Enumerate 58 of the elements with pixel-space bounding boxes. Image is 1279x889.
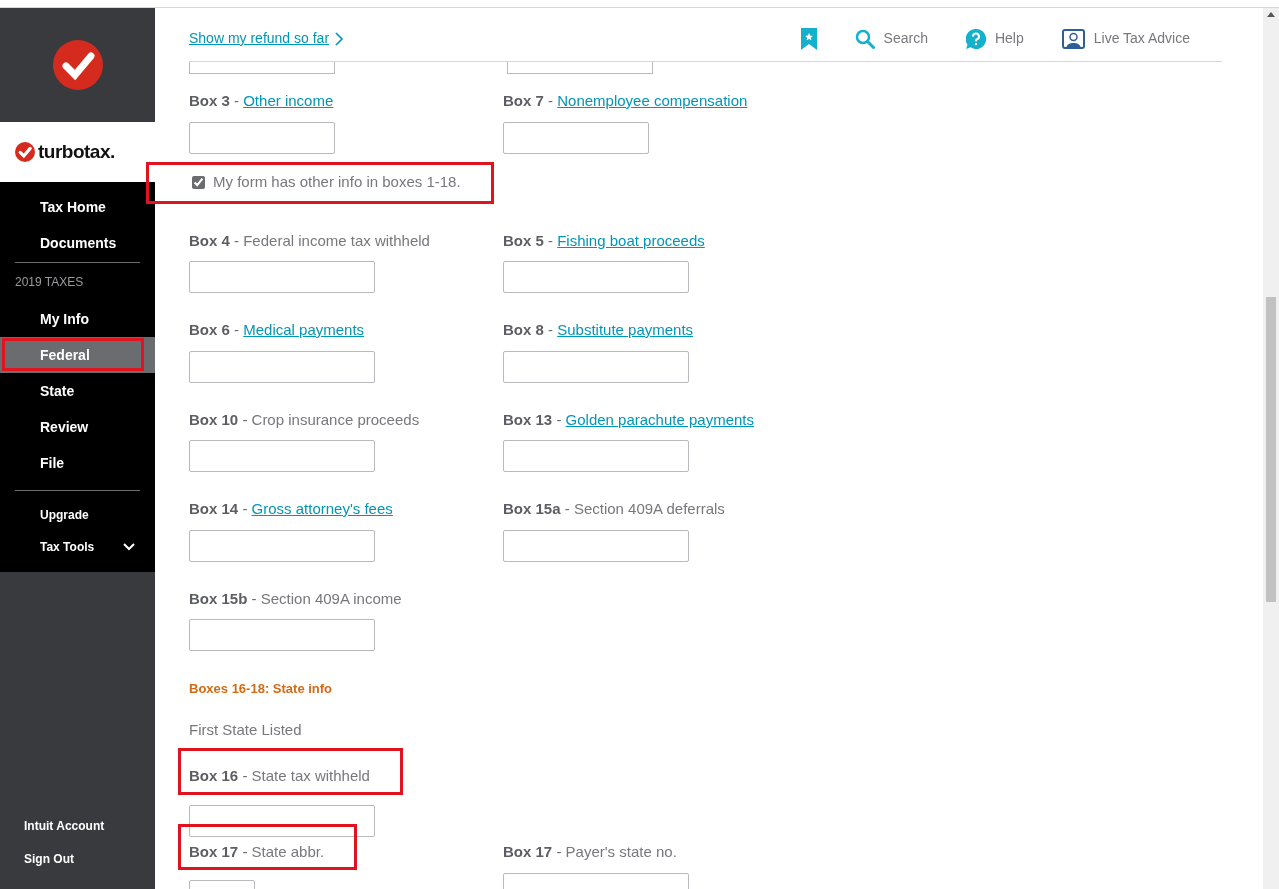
field-label: Box 15a - Section 409A deferrals [503, 499, 725, 519]
toolbar-button[interactable]: Search [854, 28, 928, 49]
account-link[interactable]: Intuit Account [24, 816, 105, 835]
field-label: Box 13 - Golden parachute payments [503, 409, 754, 430]
search-icon [854, 28, 875, 49]
scroll-up-icon[interactable] [1267, 12, 1275, 17]
toolbar-button[interactable]: Live Tax Advice [1061, 28, 1190, 49]
input-field[interactable] [507, 62, 653, 74]
field-label: Box 6 - Medical payments [189, 320, 366, 340]
field-label: Box 17 - State abbr. [178, 823, 358, 870]
field-label: Box 8 - Substitute payments [503, 320, 694, 340]
nav-item[interactable]: State [0, 373, 155, 409]
input-field[interactable] [503, 529, 689, 562]
input-field[interactable] [189, 261, 375, 293]
section-heading: Boxes 16-18: State info [189, 680, 334, 698]
input-field[interactable] [189, 350, 375, 383]
field-label: Box 7 - Nonemployee compensation [503, 91, 748, 111]
nav-item[interactable]: Upgrade [40, 506, 89, 524]
field-label: Box 15b - Section 409A income [189, 588, 403, 609]
checkbox-row[interactable]: My form has other info in boxes 1-18. [146, 161, 494, 204]
field-label: Box 5 - Fishing boat proceeds [503, 230, 705, 251]
field-label: Box 16 - State tax withheld [178, 748, 403, 795]
check-logo-icon [52, 40, 103, 90]
advisor-video-icon [1061, 28, 1085, 49]
input-field[interactable] [189, 121, 335, 154]
toolbar-button[interactable]: Help [965, 28, 1024, 49]
nav-item[interactable]: Tax Tools [40, 538, 95, 556]
checkbox[interactable] [192, 176, 205, 189]
brand-wordmark: turbotax. [38, 139, 115, 164]
input-field[interactable] [189, 62, 335, 74]
field-label: Box 14 - Gross attorney's fees [189, 499, 394, 519]
input-field[interactable] [189, 804, 375, 837]
section-title: 2019 TAXES [14, 274, 85, 291]
scroll-thumb[interactable] [1266, 297, 1276, 602]
chevron-icon[interactable] [123, 543, 135, 551]
nav-item[interactable]: Documents [0, 225, 155, 261]
input-field[interactable] [503, 350, 689, 383]
input-field[interactable] [189, 619, 375, 651]
input-field[interactable] [503, 121, 649, 154]
nav-item[interactable]: File [0, 445, 155, 481]
field-label: Box 3 - Other income [189, 91, 335, 111]
field-label: Box 4 - Federal income tax withheld [189, 230, 431, 251]
field-label: Box 10 - Crop insurance proceeds [189, 409, 421, 430]
chevron-right-icon [335, 31, 345, 46]
nav-item[interactable]: Review [0, 409, 155, 445]
nav-item[interactable]: My Info [0, 301, 155, 337]
help-icon [965, 28, 986, 49]
input-field[interactable] [503, 440, 689, 472]
refund-link[interactable]: Show my refund so far [189, 28, 345, 49]
account-link[interactable]: Sign Out [24, 849, 74, 868]
bookmark-button[interactable] [800, 27, 817, 50]
input-field[interactable] [189, 440, 375, 472]
input-field[interactable] [503, 261, 689, 293]
check-logo-icon [15, 142, 35, 162]
input-field[interactable] [189, 529, 375, 562]
field-label: Box 17 - Payer's state no. [503, 841, 678, 862]
subheading: First State Listed [189, 719, 303, 740]
scrollbar[interactable] [1263, 8, 1279, 889]
